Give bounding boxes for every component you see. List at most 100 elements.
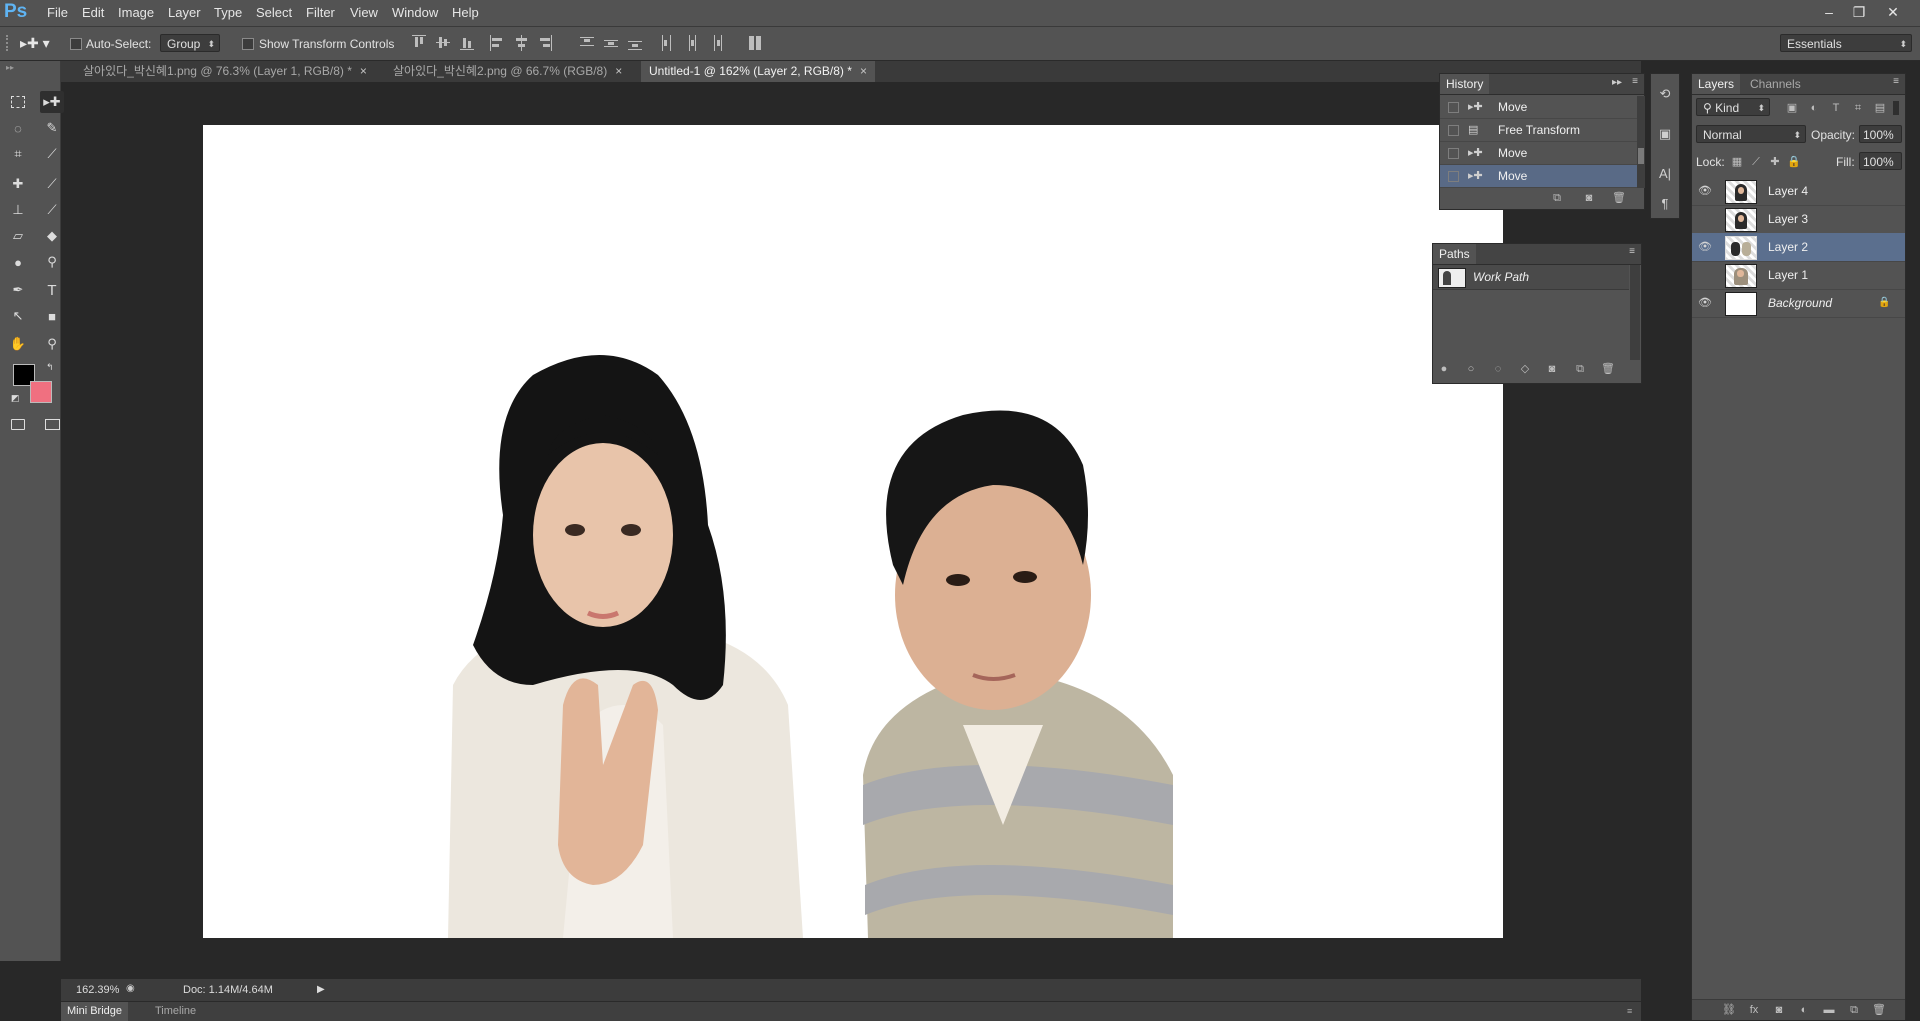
tab-close-icon[interactable]: × [615,64,622,78]
layer-row[interactable]: Layer 3 [1692,205,1905,234]
menu-image[interactable]: Image [118,0,154,26]
paragraph-panel-icon[interactable]: ¶ [1654,194,1676,214]
auto-select-checkbox[interactable] [70,38,82,50]
link-layers-icon[interactable]: ⛓ [1722,1003,1736,1017]
tab-timeline[interactable]: Timeline [149,1002,202,1021]
history-brush-tool-icon[interactable]: ⟋ [40,199,64,221]
eraser-tool-icon[interactable]: ▱ [6,225,30,247]
move-tool-preset-icon[interactable]: ▸✚ ▾ [20,33,56,53]
path-selection-tool-icon[interactable]: ↖ [6,305,30,327]
menu-edit[interactable]: Edit [82,0,104,26]
dodge-tool-icon[interactable]: ⚲ [40,251,64,273]
background-color-swatch[interactable] [30,381,52,403]
path-item-work-path[interactable]: Work Path [1433,265,1629,290]
menu-file[interactable]: File [47,0,68,26]
panel-expand-icon[interactable]: ▸▸ [1612,77,1622,88]
blend-mode-dropdown[interactable]: Normal ⬍ [1696,125,1806,143]
swap-colors-icon[interactable]: ↰ [46,362,54,373]
visibility-eye-icon[interactable]: 👁 [1698,296,1712,310]
tab-document-1[interactable]: 살아있다_박신혜1.png @ 76.3% (Layer 1, RGB/8) *… [75,61,375,82]
paint-bucket-tool-icon[interactable]: ◆ [40,225,64,247]
filter-toggle[interactable] [1893,101,1899,115]
trash-icon[interactable]: 🗑 [1612,191,1626,205]
visibility-eye-icon[interactable]: 👁 [1698,184,1712,198]
panel-menu-icon[interactable]: ≡ [1629,246,1635,257]
panel-menu-icon[interactable]: ≡ [1627,1002,1632,1021]
fill-path-icon[interactable]: ● [1437,362,1451,376]
make-work-path-icon[interactable]: ◇ [1518,362,1532,376]
trash-icon[interactable]: 🗑 [1872,1003,1886,1017]
distribute-vcenter-icon[interactable] [604,35,618,51]
layer-row[interactable]: Layer 1 [1692,261,1905,290]
lasso-tool-icon[interactable]: ◌ [6,117,30,139]
history-state[interactable]: ▸✚ Move [1440,142,1638,165]
history-state[interactable]: ▸✚ Move [1440,96,1638,119]
history-state-current[interactable]: ▸✚ Move [1440,165,1638,188]
distribute-bottom-icon[interactable] [628,35,642,51]
fill-field[interactable]: 100% [1859,152,1902,170]
menu-filter[interactable]: Filter [306,0,335,26]
opacity-field[interactable]: 100% [1859,125,1902,143]
add-mask-icon[interactable]: ◙ [1545,362,1559,376]
properties-panel-icon[interactable]: ▣ [1654,124,1676,144]
new-layer-icon[interactable]: ⧉ [1847,1003,1861,1017]
quick-select-tool-icon[interactable]: ✎ [40,117,64,139]
filter-smart-object-icon[interactable]: ▤ [1873,101,1887,115]
history-panel-icon[interactable]: ⟲ [1654,84,1676,104]
history-brush-source-checkbox[interactable] [1448,171,1459,182]
type-tool-icon[interactable]: T [40,279,64,301]
history-state[interactable]: ▤ Free Transform [1440,119,1638,142]
tab-close-icon[interactable]: × [860,64,867,78]
layer-filter-dropdown[interactable]: ⚲ Kind ⬍ [1696,98,1770,116]
layer-style-fx-icon[interactable]: fx [1747,1003,1761,1017]
screen-mode-icon[interactable] [40,413,64,435]
align-vcenter-icon[interactable] [436,35,450,51]
blur-tool-icon[interactable]: ● [6,251,30,273]
align-hcenter-icon[interactable] [514,35,528,51]
panel-menu-icon[interactable]: ≡ [1893,76,1899,87]
rectangle-tool-icon[interactable]: ■ [40,305,64,327]
visibility-toggle[interactable] [1698,212,1712,226]
menu-window[interactable]: Window [392,0,438,26]
marquee-tool-icon[interactable] [6,91,30,113]
menu-help[interactable]: Help [452,0,479,26]
panel-menu-icon[interactable]: ≡ [1632,76,1638,87]
zoom-level[interactable]: 162.39% [76,982,119,998]
brush-tool-icon[interactable]: ⟋ [40,173,64,195]
menu-view[interactable]: View [350,0,378,26]
eyedropper-tool-icon[interactable]: ⟋ [40,143,64,165]
history-brush-source-checkbox[interactable] [1448,148,1459,159]
tab-mini-bridge[interactable]: Mini Bridge [61,1002,129,1021]
minimize-button[interactable]: – [1816,2,1842,22]
tab-document-3[interactable]: Untitled-1 @ 162% (Layer 2, RGB/8) * × [641,61,875,82]
distribute-top-icon[interactable] [580,35,594,51]
filter-type-icon[interactable]: T [1829,101,1843,115]
filter-pixel-icon[interactable]: ▣ [1785,101,1799,115]
quick-mask-icon[interactable] [6,413,30,435]
add-mask-icon[interactable]: ◙ [1772,1003,1786,1017]
adjustment-layer-icon[interactable]: ◐ [1797,1003,1811,1017]
layer-row-background[interactable]: 👁 Background 🔒 [1692,289,1905,318]
lock-all-icon[interactable]: 🔒 [1787,155,1801,169]
history-scrollbar[interactable] [1637,96,1645,188]
document-canvas[interactable] [203,125,1503,938]
distribute-left-icon[interactable] [660,35,674,51]
paths-scrollbar[interactable] [1630,265,1640,360]
layer-row-selected[interactable]: 👁 Layer 2 [1692,233,1905,262]
spot-healing-tool-icon[interactable]: ✚ [6,173,30,195]
restore-button[interactable]: ❐ [1846,2,1872,22]
tab-channels[interactable]: Channels [1744,74,1807,94]
align-bottom-icon[interactable] [460,35,474,51]
auto-select-dropdown[interactable]: Group ⬍ [160,34,220,52]
filter-shape-icon[interactable]: ⌗ [1851,101,1865,115]
align-top-icon[interactable] [412,35,426,51]
new-path-icon[interactable]: ⧉ [1573,362,1587,376]
paths-title[interactable]: Paths [1433,244,1476,264]
filter-adjustment-icon[interactable]: ◐ [1807,101,1821,115]
new-document-from-state-icon[interactable]: ⧉ [1550,191,1564,205]
toolbar-collapse-icon[interactable]: ▸▸ [6,64,52,72]
tab-layers[interactable]: Layers [1692,74,1741,94]
menu-layer[interactable]: Layer [168,0,201,26]
history-title[interactable]: History [1440,74,1490,94]
hand-tool-icon[interactable]: ✋ [6,333,30,355]
